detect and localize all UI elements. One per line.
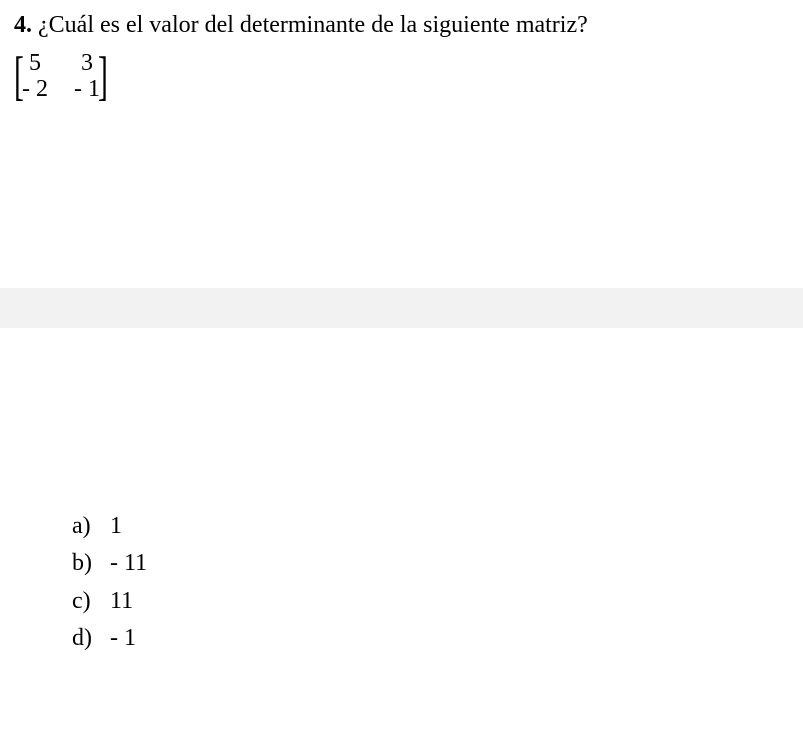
option-c[interactable]: c) 11 xyxy=(72,583,789,620)
option-label: a) xyxy=(72,508,110,545)
matrix-cell: - 1 xyxy=(74,76,100,102)
option-a[interactable]: a) 1 xyxy=(72,508,789,545)
matrix-cell: 5 xyxy=(22,50,48,76)
question-line: 4. ¿Cuál es el valor del determinante de… xyxy=(14,10,789,41)
section-divider xyxy=(0,288,803,328)
option-value: - 1 xyxy=(110,620,160,657)
option-value: - 11 xyxy=(110,545,160,582)
bracket-left-icon: [ xyxy=(14,49,24,103)
option-b[interactable]: b) - 11 xyxy=(72,545,789,582)
question-text: ¿Cuál es el valor del determinante de la… xyxy=(38,12,588,38)
bracket-right-icon: ] xyxy=(98,49,108,103)
matrix-cell: 3 xyxy=(74,50,100,76)
option-value: 1 xyxy=(110,508,160,545)
matrix-cell: - 2 xyxy=(22,76,48,102)
matrix: [ 5 3 - 2 - 1 ] xyxy=(10,49,112,103)
option-value: 11 xyxy=(110,583,160,620)
question-number: 4. xyxy=(14,12,32,38)
option-d[interactable]: d) - 1 xyxy=(72,620,789,657)
question-block: 4. ¿Cuál es el valor del determinante de… xyxy=(0,0,803,667)
options-list: a) 1 b) - 11 c) 11 d) - 1 xyxy=(72,508,789,657)
option-label: b) xyxy=(72,545,110,582)
option-label: d) xyxy=(72,620,110,657)
option-label: c) xyxy=(72,583,110,620)
